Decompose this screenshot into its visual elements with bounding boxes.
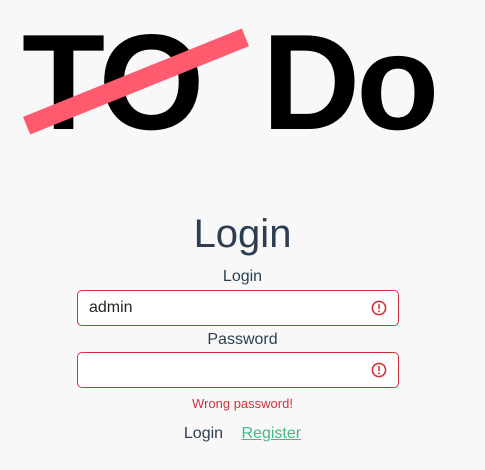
login-field-wrapper [77,290,399,326]
register-link[interactable]: Register [242,425,302,442]
login-button[interactable]: Login [184,425,223,442]
exclamation-circle-icon [371,362,387,378]
password-label: Password [207,331,278,348]
password-input[interactable] [78,353,369,387]
app-logo: TO Do [22,12,462,152]
form-actions: Login Register [0,424,485,444]
logo-word-do: Do [262,6,439,158]
login-input[interactable] [78,291,369,325]
error-message: Wrong password! [192,396,293,411]
page-title: Login [193,212,292,256]
login-label: Login [222,268,263,285]
password-field-wrapper [77,352,399,388]
exclamation-circle-icon [371,300,387,316]
